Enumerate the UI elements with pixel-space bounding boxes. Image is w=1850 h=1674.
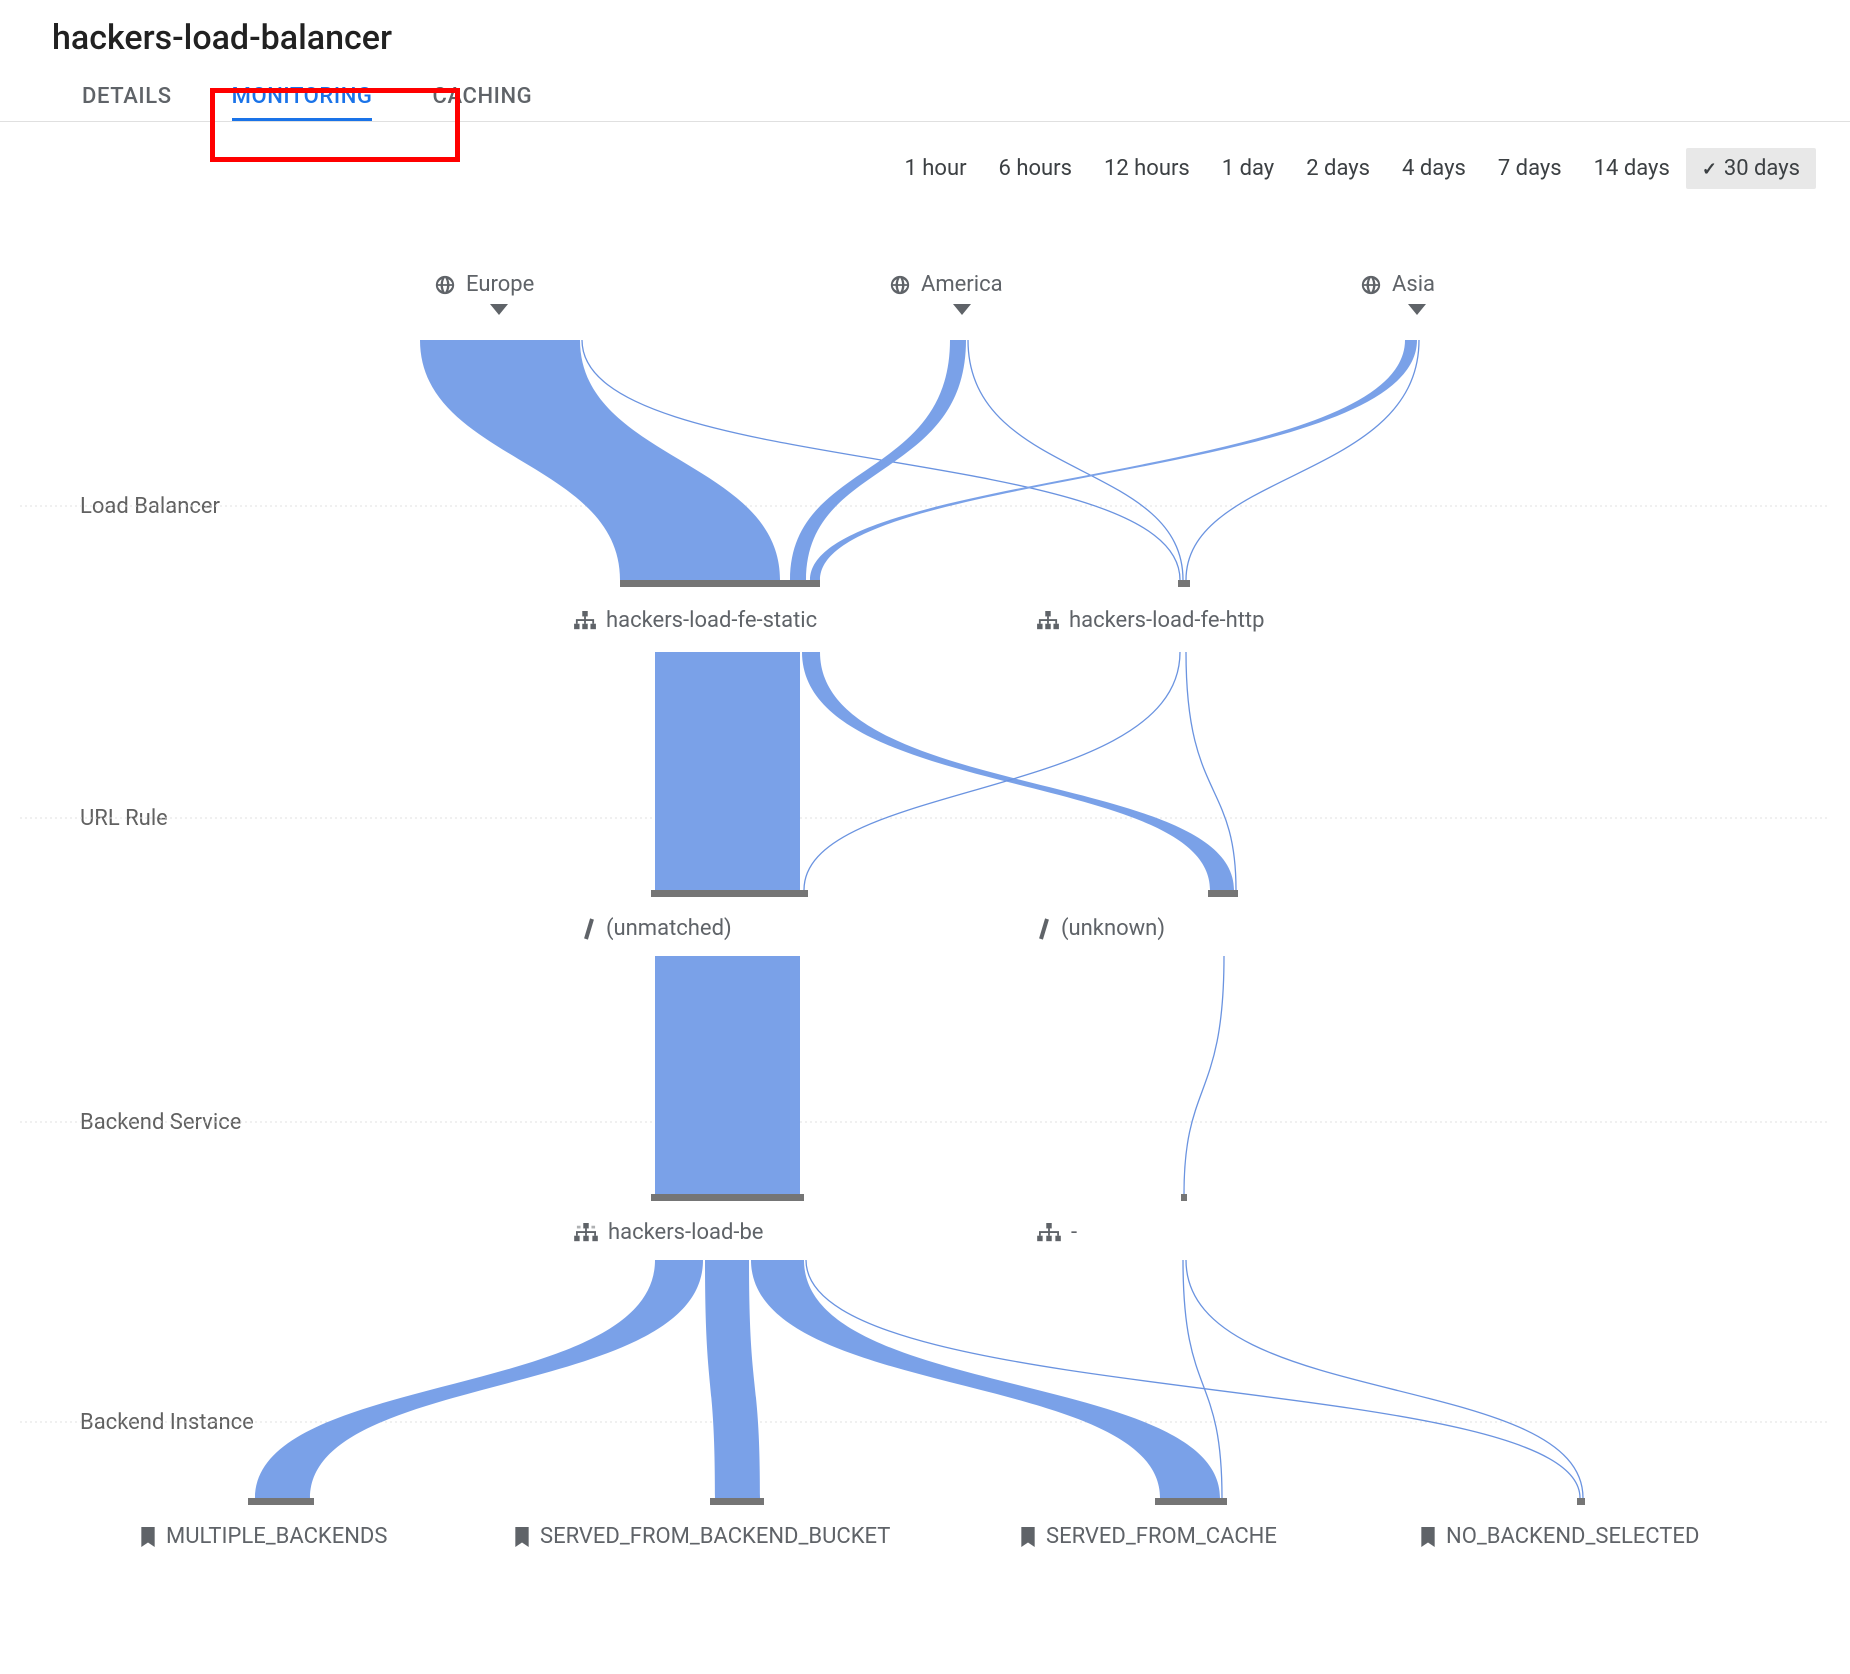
bookmark-icon: [1420, 1527, 1436, 1547]
node-unmatched-label: (unmatched): [606, 916, 732, 941]
time-4-days[interactable]: 4 days: [1386, 148, 1482, 189]
node-fe-http[interactable]: hackers-load-fe-http: [1037, 608, 1264, 633]
tab-details[interactable]: DETAILS: [52, 70, 202, 121]
time-7-days[interactable]: 7 days: [1482, 148, 1578, 189]
node-be-none-label: -: [1071, 1220, 1077, 1245]
node-cache-label: SERVED_FROM_CACHE: [1046, 1524, 1277, 1549]
bookmark-icon: [1020, 1527, 1036, 1547]
network-icon: [1037, 611, 1059, 631]
node-be-none[interactable]: -: [1037, 1220, 1077, 1245]
time-12-hours[interactable]: 12 hours: [1088, 148, 1206, 189]
node-be-label: hackers-load-be: [608, 1220, 763, 1245]
node-bucket-label: SERVED_FROM_BACKEND_BUCKET: [540, 1524, 890, 1549]
node-be[interactable]: hackers-load-be: [574, 1220, 763, 1245]
time-1-hour[interactable]: 1 hour: [888, 148, 982, 189]
network-group-icon: [574, 1223, 598, 1243]
network-icon: [574, 611, 596, 631]
slash-icon: [582, 918, 596, 940]
check-icon: [1702, 156, 1718, 181]
time-2-days[interactable]: 2 days: [1290, 148, 1386, 189]
node-none-label: NO_BACKEND_SELECTED: [1446, 1524, 1699, 1549]
time-range-selector: 1 hour 6 hours 12 hours 1 day 2 days 4 d…: [0, 122, 1850, 189]
node-multi-label: MULTIPLE_BACKENDS: [166, 1524, 387, 1549]
tab-caching[interactable]: CACHING: [402, 70, 562, 121]
page-title: hackers-load-balancer: [0, 0, 1850, 66]
bookmark-icon: [140, 1527, 156, 1547]
node-fe-static-label: hackers-load-fe-static: [606, 608, 817, 633]
node-unknown-label: (unknown): [1061, 916, 1165, 941]
node-none[interactable]: NO_BACKEND_SELECTED: [1420, 1524, 1699, 1549]
node-fe-http-label: hackers-load-fe-http: [1069, 608, 1264, 633]
node-unknown[interactable]: (unknown): [1037, 916, 1165, 941]
node-bucket[interactable]: SERVED_FROM_BACKEND_BUCKET: [514, 1524, 890, 1549]
slash-icon: [1037, 918, 1051, 940]
node-cache[interactable]: SERVED_FROM_CACHE: [1020, 1524, 1277, 1549]
node-multi[interactable]: MULTIPLE_BACKENDS: [140, 1524, 387, 1549]
sankey-chart: Load Balancer URL Rule Backend Service B…: [20, 280, 1830, 1674]
time-14-days[interactable]: 14 days: [1578, 148, 1686, 189]
time-1-day[interactable]: 1 day: [1206, 148, 1290, 189]
tab-monitoring[interactable]: MONITORING: [202, 70, 403, 121]
time-30-days[interactable]: 30 days: [1686, 148, 1816, 189]
time-30-days-label: 30 days: [1724, 156, 1800, 181]
time-6-hours[interactable]: 6 hours: [983, 148, 1088, 189]
network-group-icon: [1037, 1223, 1061, 1243]
node-unmatched[interactable]: (unmatched): [582, 916, 732, 941]
bookmark-icon: [514, 1527, 530, 1547]
node-fe-static[interactable]: hackers-load-fe-static: [574, 608, 817, 633]
tab-bar: DETAILS MONITORING CACHING: [0, 66, 1850, 122]
